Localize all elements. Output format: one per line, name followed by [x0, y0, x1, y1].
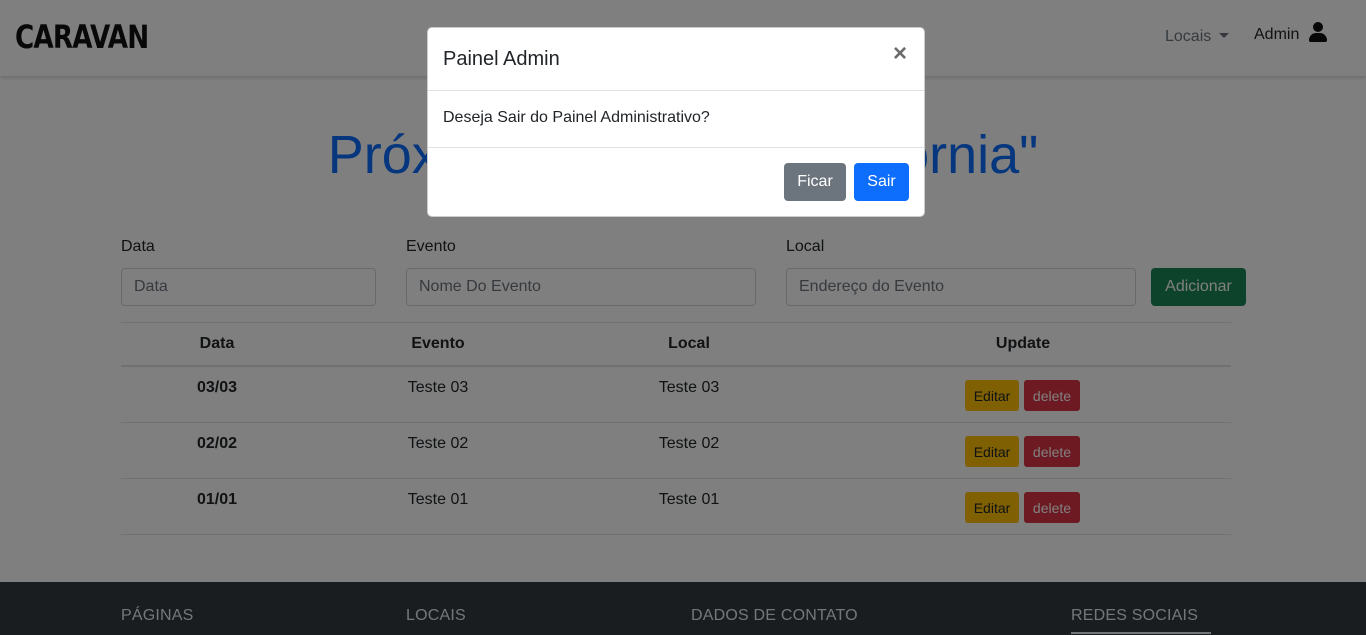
- modal-message: Deseja Sair do Painel Administrativo?: [443, 109, 710, 126]
- logout-modal: Painel Admin × Deseja Sair do Painel Adm…: [427, 27, 925, 217]
- close-icon[interactable]: ×: [893, 42, 907, 66]
- modal-body: Deseja Sair do Painel Administrativo?: [428, 91, 924, 148]
- stay-button[interactable]: Ficar: [784, 163, 846, 201]
- modal-title: Painel Admin: [443, 48, 560, 70]
- modal-header: Painel Admin ×: [428, 28, 924, 91]
- leave-button[interactable]: Sair: [854, 163, 909, 201]
